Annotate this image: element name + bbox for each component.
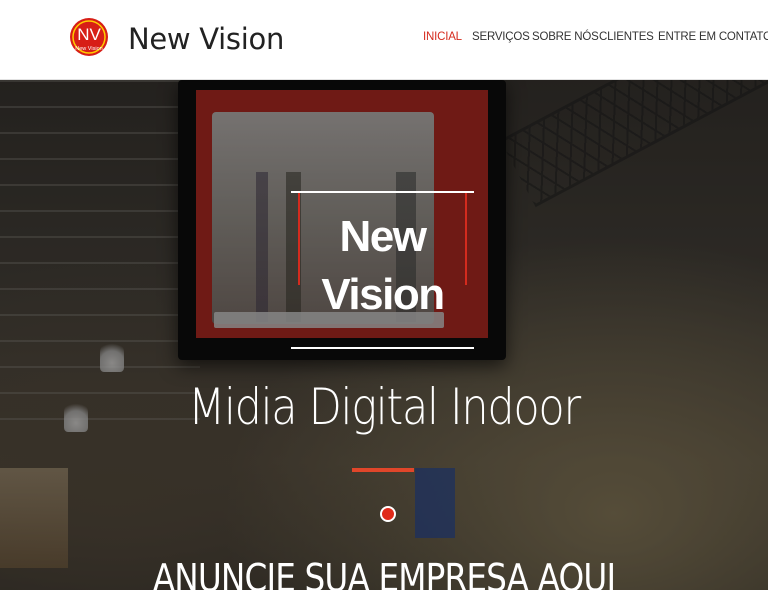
nav-item-servicos[interactable]: SERVIÇOS: [472, 31, 530, 43]
hero-cta-heading: ANUNCIE SUA EMPRESA AQUI: [152, 556, 616, 590]
nav-item-clientes[interactable]: CLIENTES: [599, 31, 654, 43]
nav-item-sobre-nos[interactable]: SOBRE NÓS: [532, 31, 599, 43]
nav-item-entre-em-contato[interactable]: ENTRE EM CONTATO: [658, 31, 768, 43]
hero-title-line-2: Vision: [321, 270, 445, 319]
slider-dot[interactable]: [380, 506, 396, 522]
hero-subtitle: Midia Digital Indoor: [188, 378, 581, 436]
hero-title-line-1: New: [339, 212, 427, 261]
title-frame-top: [291, 191, 474, 193]
hero-section: New Vision Midia Digital Indoor ANUNCIE …: [0, 80, 768, 590]
title-frame-bottom: [291, 347, 474, 349]
site-header: NV New Vision New Vision INICIAL SERVIÇO…: [0, 0, 768, 80]
hero-divider: [352, 468, 414, 472]
nav-item-inicial[interactable]: INICIAL: [423, 31, 462, 43]
main-nav: INICIAL SERVIÇOS SOBRE NÓS CLIENTES ENTR…: [0, 31, 768, 47]
hero-title: New Vision: [291, 208, 474, 324]
